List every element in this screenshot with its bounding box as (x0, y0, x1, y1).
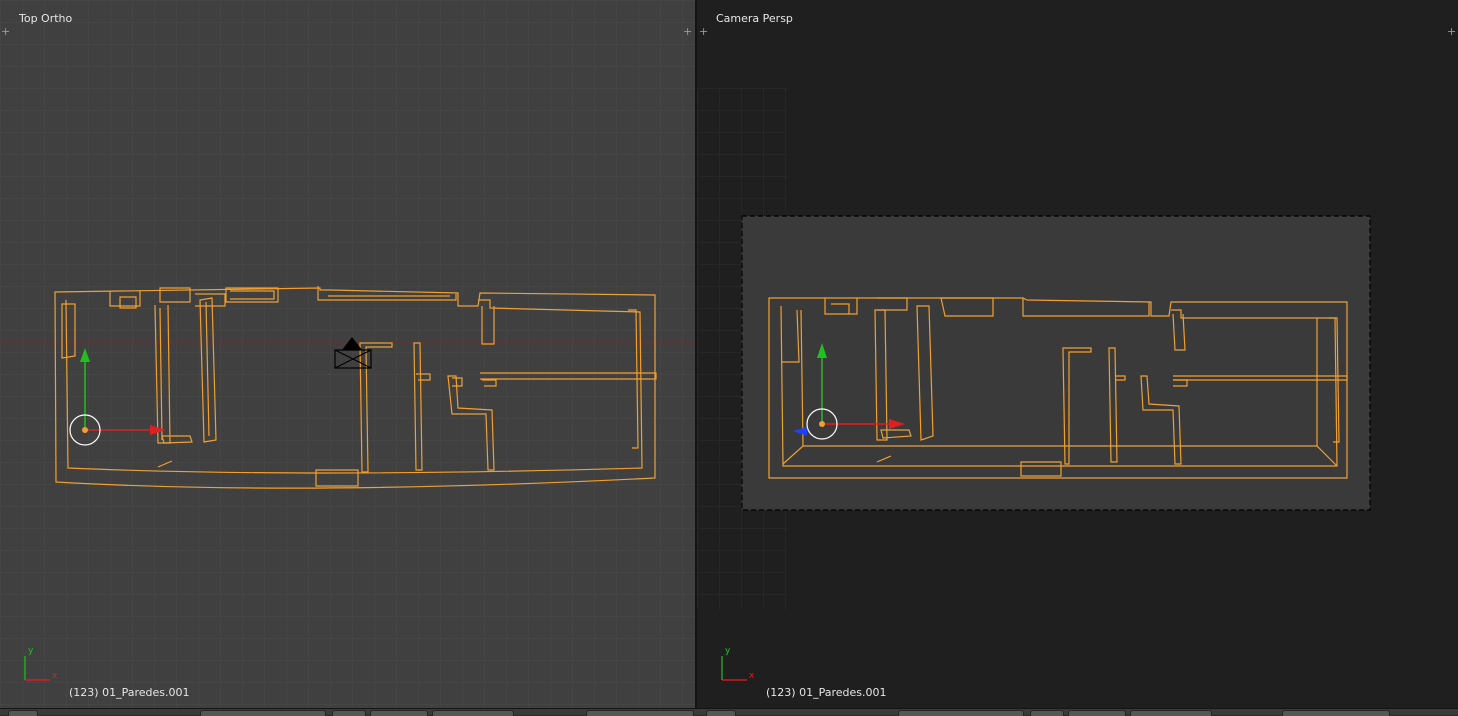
viewport-top-ortho-canvas[interactable] (0, 0, 695, 714)
viewport-camera-canvas[interactable] (697, 0, 1458, 714)
layer-buttons[interactable] (1282, 710, 1390, 716)
pivot-button[interactable] (1130, 710, 1212, 716)
viewport-title: Top Ortho (19, 12, 73, 25)
pivot-button[interactable] (432, 710, 514, 716)
axis-y-label: y (28, 646, 34, 656)
shading-button[interactable] (1068, 710, 1126, 716)
layer-buttons[interactable] (586, 710, 694, 716)
axis-indicator-persp (721, 656, 747, 681)
corner-plus-icon[interactable]: + (1, 26, 10, 37)
header-menu-button[interactable] (898, 710, 1024, 716)
editor-type-button[interactable] (706, 710, 736, 716)
active-object-label: (123) 01_Paredes.001 (766, 686, 887, 699)
viewport-camera-persp[interactable]: Camera Persp (123) 01_Paredes.001 y x + … (697, 0, 1458, 714)
corner-plus-icon[interactable]: + (683, 26, 692, 37)
mode-button[interactable] (1030, 710, 1064, 716)
axis-x-label: x (749, 671, 755, 681)
editor-type-button[interactable] (8, 710, 38, 716)
header-menu-button[interactable] (200, 710, 326, 716)
axis-y-label: y (725, 646, 731, 656)
shading-button[interactable] (370, 710, 428, 716)
active-object-label: (123) 01_Paredes.001 (69, 686, 190, 699)
viewport-top-ortho[interactable]: Top Ortho (123) 01_Paredes.001 y x + + (0, 0, 695, 714)
corner-plus-icon[interactable]: + (699, 26, 708, 37)
axis-x-label: x (52, 671, 58, 681)
corner-plus-icon[interactable]: + (1447, 26, 1456, 37)
ortho-grid (0, 0, 695, 714)
mode-button[interactable] (332, 710, 366, 716)
viewport-title: Camera Persp (716, 12, 793, 25)
